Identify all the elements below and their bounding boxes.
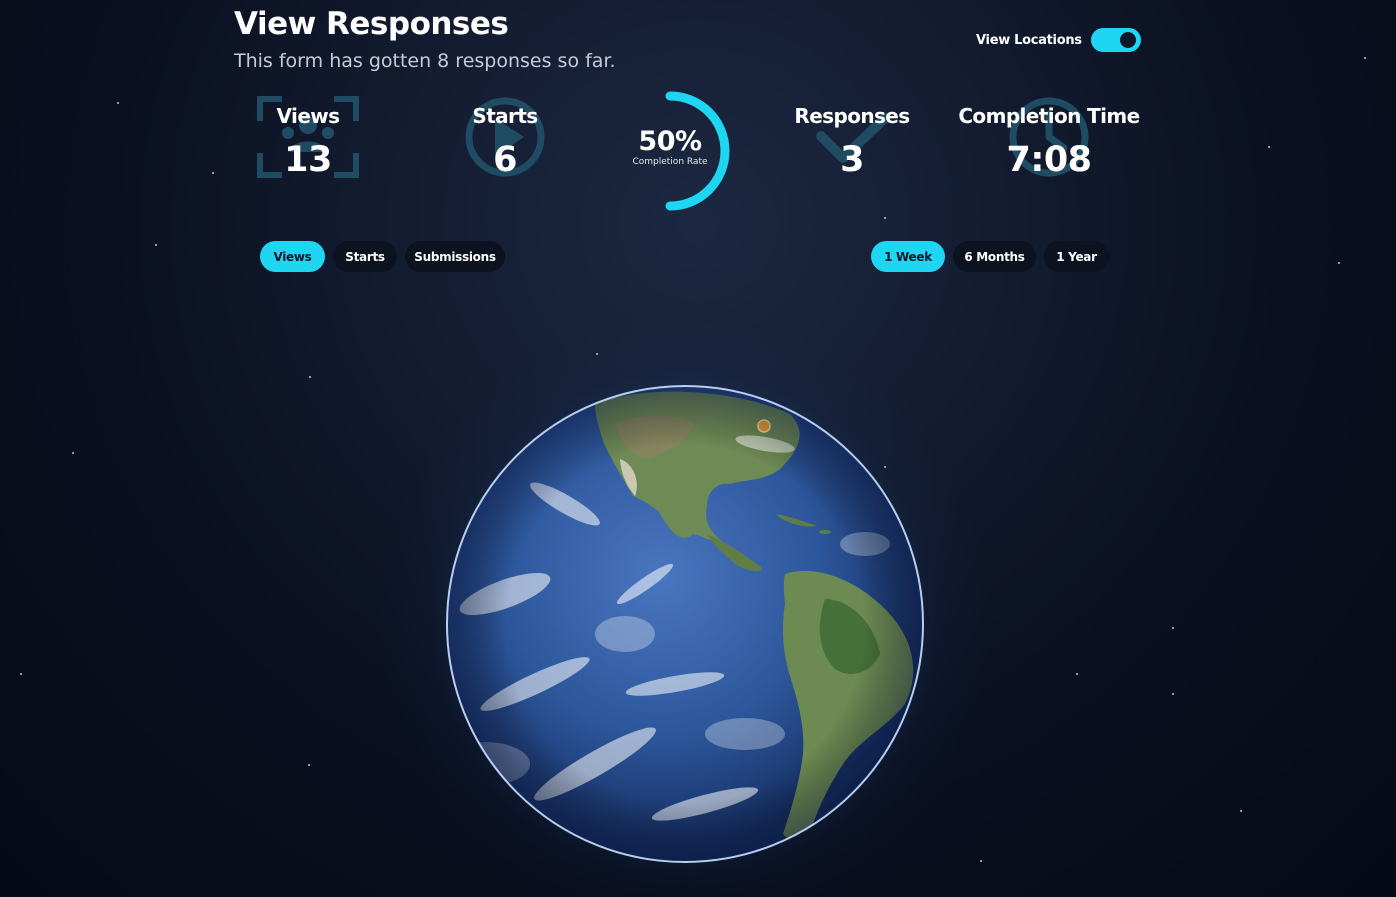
completion-time-value: 7:08 xyxy=(1006,140,1092,180)
responses-label: Responses xyxy=(794,104,910,128)
stat-responses: Responses 3 xyxy=(752,96,952,180)
page-title: View Responses xyxy=(234,6,509,42)
views-value: 13 xyxy=(284,140,332,180)
tab-views[interactable]: Views xyxy=(260,241,325,272)
views-label: Views xyxy=(276,104,341,128)
stat-completion-time: Completion Time 7:08 xyxy=(949,96,1149,180)
globe-container[interactable] xyxy=(375,314,995,897)
view-locations-toggle[interactable] xyxy=(1090,28,1141,52)
tab-starts[interactable]: Starts xyxy=(333,241,397,272)
view-locations-label: View Locations xyxy=(976,32,1082,48)
range-1-week[interactable]: 1 Week xyxy=(871,241,945,272)
tab-submissions[interactable]: Submissions xyxy=(405,241,505,272)
completion-rate-caption: Completion Rate xyxy=(632,157,708,167)
starts-label: Starts xyxy=(472,104,538,128)
completion-time-label: Completion Time xyxy=(958,104,1140,128)
toggle-knob xyxy=(1119,32,1136,48)
range-6-months[interactable]: 6 Months xyxy=(953,241,1036,272)
completion-rate-ring: 50% Completion Rate xyxy=(600,90,740,214)
starts-value: 6 xyxy=(493,140,517,180)
stat-views: Views 13 xyxy=(208,96,408,180)
page-subtitle: This form has gotten 8 responses so far. xyxy=(234,50,616,72)
stat-starts: Starts 6 xyxy=(405,96,605,180)
range-1-year[interactable]: 1 Year xyxy=(1044,241,1109,272)
completion-rate-value: 50% xyxy=(638,126,702,157)
responses-value: 3 xyxy=(840,140,864,180)
view-locations-control: View Locations xyxy=(976,28,1141,52)
